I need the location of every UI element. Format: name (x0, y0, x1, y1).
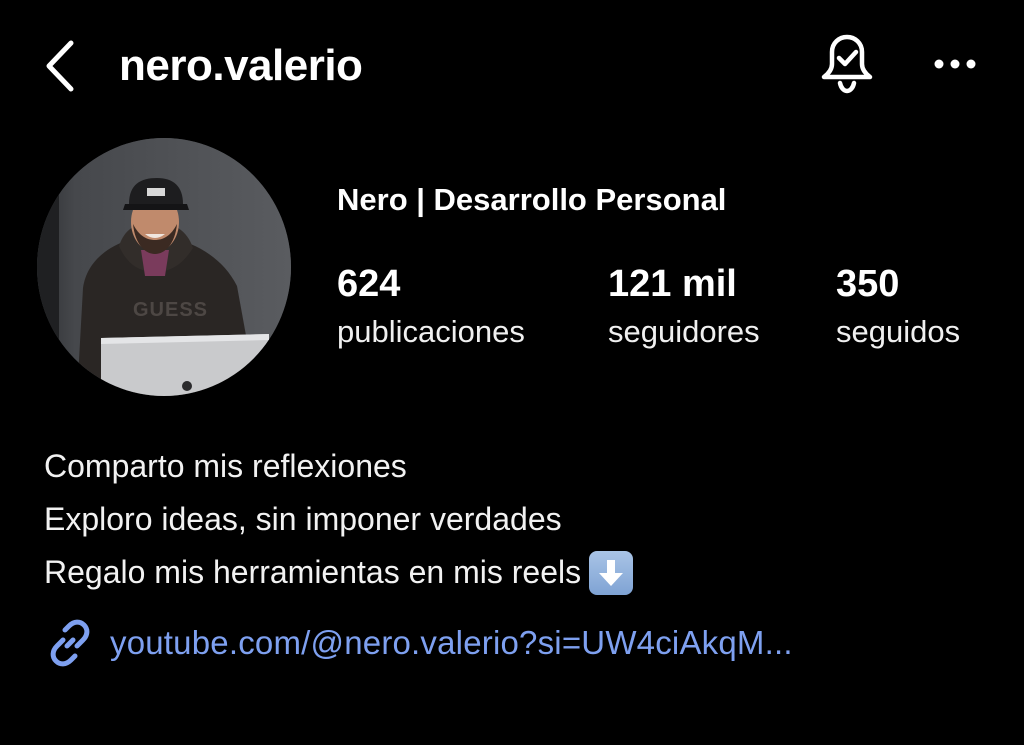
stat-following-label: seguidos (836, 314, 961, 349)
notifications-button[interactable] (812, 28, 882, 100)
profile-username: nero.valerio (119, 41, 363, 90)
profile-display-name: Nero | Desarrollo Personal (337, 182, 727, 217)
bio-line-text: Exploro ideas, sin imponer verdades (44, 501, 562, 537)
chevron-left-icon (46, 40, 74, 92)
back-button[interactable] (38, 36, 82, 96)
stat-followers[interactable]: 121 mil seguidores (608, 260, 760, 352)
svg-text:GUESS: GUESS (133, 299, 208, 321)
stat-followers-label: seguidores (608, 314, 760, 349)
stat-posts-label: publicaciones (337, 314, 525, 349)
bio-line: Exploro ideas, sin imponer verdades (44, 493, 633, 546)
stat-posts-value: 624 (337, 263, 401, 305)
stat-following[interactable]: 350 seguidos (836, 260, 960, 352)
avatar-photo: GUESS (37, 138, 291, 396)
bio-line: Regalo mis herramientas en mis reels (44, 546, 634, 599)
profile-avatar[interactable]: GUESS (37, 138, 291, 396)
bell-check-icon (821, 34, 873, 94)
link-icon (44, 617, 96, 669)
profile-header: nero.valerio (0, 0, 1024, 130)
stat-followers-value: 121 mil (608, 263, 737, 305)
profile-link-text[interactable]: youtube.com/@nero.valerio?si=UW4ciAkqM..… (110, 624, 793, 662)
more-options-button[interactable] (925, 40, 985, 88)
bio-line-text: Comparto mis reflexiones (44, 448, 407, 484)
stat-posts[interactable]: 624 publicaciones (337, 260, 525, 352)
profile-link[interactable]: youtube.com/@nero.valerio?si=UW4ciAkqM..… (44, 615, 793, 671)
bio-line: Comparto mis reflexiones (44, 440, 633, 493)
more-horizontal-icon (934, 59, 976, 69)
down-arrow-emoji-icon (589, 550, 634, 595)
profile-bio: Comparto mis reflexiones Exploro ideas, … (44, 440, 634, 599)
stat-following-value: 350 (836, 263, 900, 305)
bio-line-text: Regalo mis herramientas en mis reels (44, 554, 582, 590)
